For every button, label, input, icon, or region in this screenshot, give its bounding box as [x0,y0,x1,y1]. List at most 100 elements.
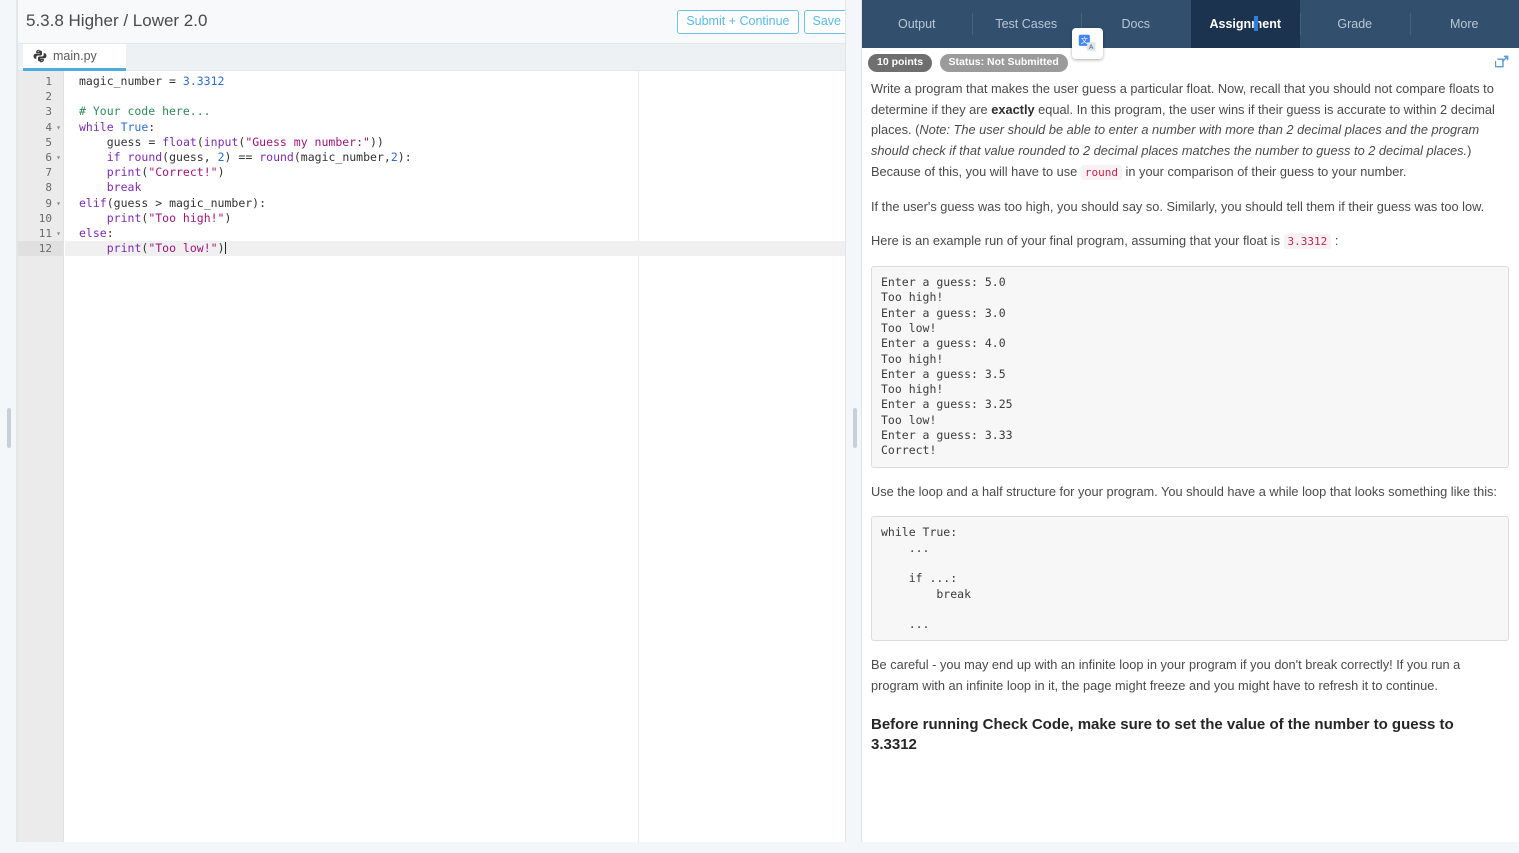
submit-continue-button[interactable]: Submit + Continue [677,10,799,34]
tab-label: Test Cases [995,17,1058,31]
assignment-pane: Output Test Cases Docs Assignment Grade More … [862,0,1519,853]
tab-grade[interactable]: Grade [1300,0,1410,48]
python-file-icon [33,49,47,63]
code-line[interactable]: print("Too high!") [65,211,863,226]
p1-note-lead: Note: [919,122,950,138]
line-number-value: 9 [45,196,52,210]
code-line[interactable]: else: [65,226,863,241]
line-number-value: 4 [45,120,52,134]
inline-code-float-value: 3.3312 [1283,234,1332,250]
line-number: 5 [18,135,63,150]
code-line[interactable]: while True: [65,120,863,135]
p1-bold-exactly: exactly [991,101,1035,117]
line-number-gutter: 1 2 3 4 ▾ 5 6 ▾ 7 8 9 ▾ 10 11 ▾ 12 [18,71,64,842]
code-body[interactable]: magic_number = 3.3312 # Your code here..… [65,71,863,842]
line-number: 11 ▾ [18,226,63,241]
page-title: 5.3.8 Higher / Lower 2.0 [26,11,208,30]
code-line[interactable]: elif(guess > magic_number): [65,196,863,211]
bottom-strip [0,842,1519,853]
line-number-value: 6 [45,150,52,164]
code-assignment-workspace: 5.3.8 Higher / Lower 2.0 Submit + Contin… [0,0,1519,853]
svg-text:A: A [1089,44,1094,51]
tab-label: More [1450,17,1479,31]
assignment-paragraph-4: Use the loop and a half structure for yo… [871,483,1497,499]
assignment-paragraph-5: Be careful - you may end up with an infi… [871,657,1461,694]
assignment-meta-row: 10 points Status: Not Submitted [862,48,1519,75]
code-line[interactable]: guess = float(input("Guess my number:")) [65,135,863,150]
line-number: 3 [18,104,63,119]
line-number: 12 [18,241,63,257]
assignment-paragraph-1: Write a program that makes the user gues… [871,79,1509,183]
code-lines[interactable]: magic_number = 3.3312 # Your code here..… [65,71,863,257]
save-button[interactable]: Save [803,10,850,34]
line-number: 7 [18,165,63,180]
google-translate-icon[interactable]: 文 A [1072,28,1103,59]
code-line[interactable]: if round(guess, 2) == round(magic_number… [65,150,863,165]
editor-actions: Submit + Continue Save [677,10,850,34]
p1-part-d: in your comparison of their guess to you… [1121,163,1407,179]
text-cursor [1254,16,1259,31]
code-fold-toggle-icon[interactable]: ▾ [56,226,61,241]
code-line[interactable]: magic_number = 3.3312 [65,74,863,89]
example-output-block: Enter a guess: 5.0 Too high! Enter a gue… [871,266,1509,468]
splitter-grip[interactable] [853,408,857,448]
code-line[interactable]: print("Too low!") [65,241,863,257]
tab-label: Grade [1337,17,1373,31]
tab-output[interactable]: Output [862,0,972,48]
line-number-value: 5 [45,135,52,149]
line-number-value: 7 [45,166,52,180]
tab-test-cases[interactable]: Test Cases [971,0,1082,48]
assignment-callout: Before running Check Code, make sure to … [871,715,1454,754]
line-number-value: 1 [45,75,52,88]
editor-title-bar: 5.3.8 Higher / Lower 2.0 Submit + Contin… [18,0,862,44]
file-tab-main-py[interactable]: main.py [23,44,126,71]
line-number-value: 11 [38,226,52,240]
code-fold-toggle-icon[interactable]: ▾ [56,150,61,165]
status-badge: Status: Not Submitted [939,54,1068,72]
code-line[interactable]: # Your code here... [65,104,863,119]
p1-note-italic: The user should be able to enter a numbe… [871,122,1480,159]
line-number: 10 [18,211,63,226]
assignment-content: Write a program that makes the user gues… [862,75,1519,853]
code-fold-toggle-icon[interactable]: ▾ [56,196,61,211]
inline-code-round: round [1080,164,1122,180]
tab-label: Output [897,17,936,31]
line-number-value: 2 [45,90,52,104]
pane-splitter[interactable] [845,0,862,853]
line-number-value: 3 [45,105,52,119]
line-number-value: 8 [45,181,52,195]
line-number-value: 12 [38,242,52,256]
p3-part-b: : [1331,233,1339,249]
splitter-grip[interactable] [7,408,11,448]
line-number: 2 [18,89,63,104]
text-caret [224,242,226,255]
external-link-icon[interactable] [1494,54,1510,74]
points-badge: 10 points [868,54,933,72]
left-pane-splitter[interactable] [0,0,17,853]
tab-assignment[interactable]: Assignment [1190,0,1300,48]
line-number: 6 ▾ [18,150,63,165]
code-line[interactable]: print("Correct!") [65,165,863,180]
code-line[interactable] [65,89,863,104]
assignment-paragraph-3: Here is an example run of your final pro… [871,231,1509,252]
tab-label: Docs [1121,17,1150,31]
editor-pane: 5.3.8 Higher / Lower 2.0 Submit + Contin… [0,0,863,853]
assignment-paragraph-2: If the user's guess was too high, you sh… [871,198,1485,214]
line-number-value: 10 [38,211,52,225]
tab-label: Assignment [1209,17,1282,31]
tab-more[interactable]: More [1409,0,1519,48]
line-number: 4 ▾ [18,120,63,135]
code-line[interactable]: break [65,180,863,195]
line-number: 9 ▾ [18,196,63,211]
code-fold-toggle-icon[interactable]: ▾ [56,120,61,135]
line-number: 1 [18,74,63,89]
loop-skeleton-block: while True: ... if ...: break ... [871,516,1509,642]
file-tab-strip: main.py [18,44,862,71]
gutter-lines: 1 2 3 4 ▾ 5 6 ▾ 7 8 9 ▾ 10 11 ▾ 12 [18,71,63,257]
line-number: 8 [18,180,63,195]
editor-shell: 5.3.8 Higher / Lower 2.0 Submit + Contin… [17,0,863,853]
p3-part-a: Here is an example run of your final pro… [871,233,1284,249]
file-tab-label: main.py [53,49,97,63]
panel-tab-bar: Output Test Cases Docs Assignment Grade More [862,0,1519,48]
code-editor[interactable]: 1 2 3 4 ▾ 5 6 ▾ 7 8 9 ▾ 10 11 ▾ 12 magic_number = 3.331… [18,71,863,842]
